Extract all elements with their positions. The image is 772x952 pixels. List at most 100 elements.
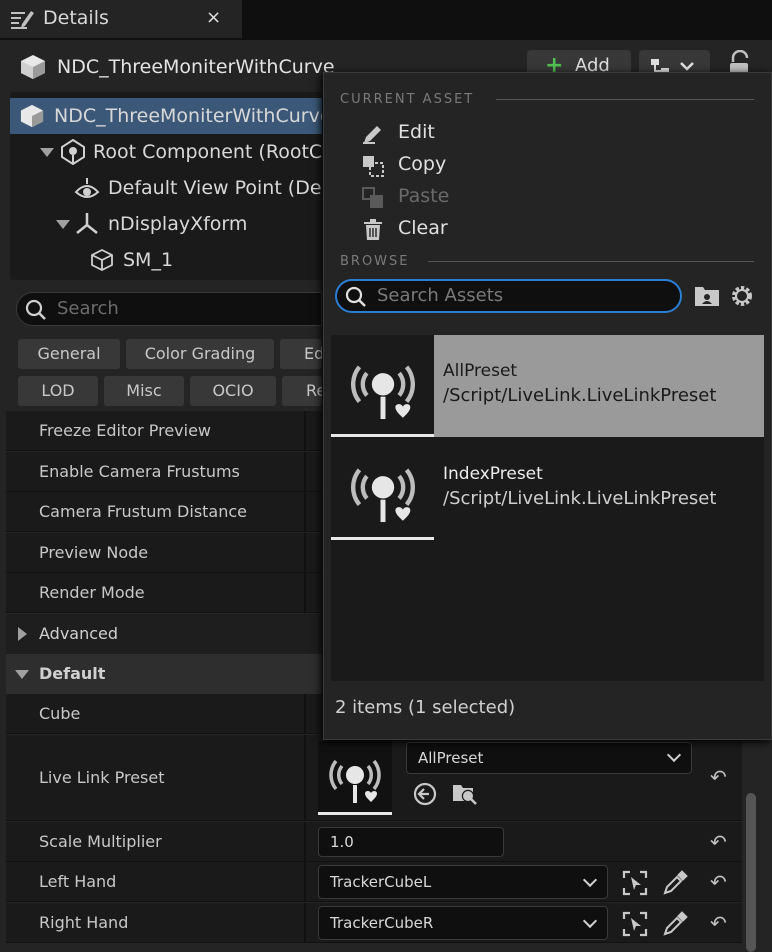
column-divider[interactable] bbox=[304, 822, 306, 862]
left-hand-combo[interactable]: TrackerCubeL bbox=[318, 865, 608, 899]
reset-to-default-icon[interactable]: ↶ bbox=[710, 765, 727, 789]
use-selected-asset-icon[interactable] bbox=[412, 781, 438, 807]
chevron-down-icon bbox=[666, 747, 682, 763]
tree-item-root-component[interactable]: Root Component (RootCom bbox=[10, 134, 322, 170]
combo-value: TrackerCubeR bbox=[330, 914, 434, 932]
input-value: 1.0 bbox=[330, 833, 354, 851]
column-divider[interactable] bbox=[304, 735, 306, 821]
close-icon[interactable]: × bbox=[206, 7, 221, 28]
browse-folder-icon[interactable] bbox=[451, 779, 479, 807]
filter-color-grading-button[interactable]: Color Grading bbox=[126, 339, 274, 369]
column-divider[interactable] bbox=[304, 694, 306, 734]
details-search-input[interactable]: Search bbox=[16, 292, 322, 326]
advanced-section-header[interactable]: Advanced bbox=[6, 614, 322, 654]
reset-to-default-icon[interactable]: ↶ bbox=[710, 870, 727, 894]
filter-general-button[interactable]: General bbox=[18, 339, 120, 369]
asset-picker-popup: CURRENT ASSET Edit Copy Paste Clear BROW… bbox=[323, 72, 772, 740]
property-row-scale-multiplier[interactable]: Scale Multiplier 1.0 ↶ bbox=[6, 822, 742, 862]
copy-menu-item[interactable]: Copy bbox=[354, 151, 554, 181]
select-actor-icon[interactable] bbox=[622, 870, 648, 896]
asset-search-input[interactable]: Search Assets bbox=[335, 279, 682, 313]
column-divider[interactable] bbox=[304, 411, 306, 451]
filter-editor-button[interactable]: Ed bbox=[280, 339, 322, 369]
property-row[interactable]: Freeze Editor Preview bbox=[6, 411, 322, 451]
scrollbar-thumb[interactable] bbox=[746, 793, 756, 952]
menu-label: Copy bbox=[398, 153, 447, 175]
root-component-icon bbox=[61, 139, 85, 165]
expand-arrow-icon[interactable] bbox=[56, 220, 70, 229]
menu-label: Clear bbox=[398, 217, 448, 239]
default-section-header[interactable]: Default bbox=[6, 654, 322, 694]
tree-item-actor[interactable]: NDC_ThreeMoniterWithCurve ( bbox=[10, 98, 322, 134]
property-label: Left Hand bbox=[39, 872, 117, 891]
asset-thumbnail bbox=[331, 335, 434, 437]
section-divider bbox=[428, 261, 754, 262]
eyedropper-icon[interactable] bbox=[662, 870, 688, 896]
chevron-down-icon bbox=[582, 913, 598, 929]
trash-icon bbox=[364, 219, 382, 240]
property-row-right-hand[interactable]: Right Hand TrackerCubeR ↶ bbox=[6, 903, 742, 943]
column-divider[interactable] bbox=[304, 492, 306, 532]
expand-arrow-icon[interactable] bbox=[18, 627, 27, 641]
xform-icon bbox=[76, 213, 98, 234]
filter-lod-button[interactable]: LOD bbox=[18, 376, 98, 406]
edit-menu-item[interactable]: Edit bbox=[354, 119, 554, 149]
asset-thumbnail[interactable] bbox=[318, 741, 392, 815]
select-actor-icon[interactable] bbox=[622, 911, 648, 937]
property-row[interactable]: Render Mode bbox=[6, 573, 322, 613]
property-row-left-hand[interactable]: Left Hand TrackerCubeL ↶ bbox=[6, 862, 742, 902]
combo-value: AllPreset bbox=[418, 749, 484, 767]
search-placeholder: Search bbox=[57, 298, 119, 319]
live-link-preset-combo[interactable]: AllPreset bbox=[406, 742, 692, 774]
folder-icon[interactable] bbox=[693, 284, 721, 308]
property-row[interactable]: Preview Node bbox=[6, 533, 322, 573]
asset-list: AllPreset /Script/LiveLink.LiveLinkPrese… bbox=[331, 335, 764, 681]
property-row[interactable]: Enable Camera Frustums bbox=[6, 452, 322, 492]
column-divider[interactable] bbox=[304, 573, 306, 613]
asset-thumbnail bbox=[331, 438, 434, 540]
column-divider[interactable] bbox=[304, 903, 306, 943]
tree-item-sm1[interactable]: SM_1 bbox=[10, 242, 322, 278]
column-divider[interactable] bbox=[304, 862, 306, 902]
tree-item-label: NDC_ThreeMoniterWithCurve ( bbox=[54, 105, 322, 127]
reset-to-default-icon[interactable]: ↶ bbox=[710, 830, 727, 854]
filter-ocio-button[interactable]: OCIO bbox=[190, 376, 276, 406]
chevron-down-icon bbox=[582, 872, 598, 888]
property-row[interactable]: Camera Frustum Distance bbox=[6, 492, 322, 532]
tree-item-label: nDisplayXform bbox=[108, 213, 248, 235]
menu-label: Paste bbox=[398, 185, 450, 207]
tree-item-ndisplay-xform[interactable]: nDisplayXform bbox=[10, 206, 322, 242]
view-point-icon bbox=[74, 178, 100, 198]
scale-multiplier-input[interactable]: 1.0 bbox=[318, 827, 504, 857]
filter-rendering-button[interactable]: Re bbox=[282, 376, 322, 406]
tab-details[interactable]: Details × bbox=[0, 0, 242, 38]
asset-tile-allpreset[interactable]: AllPreset /Script/LiveLink.LiveLinkPrese… bbox=[331, 335, 764, 437]
settings-gear-icon[interactable] bbox=[729, 283, 755, 309]
asset-type-bar bbox=[331, 434, 434, 437]
asset-path: /Script/LiveLink.LiveLinkPreset bbox=[443, 385, 717, 406]
asset-name: IndexPreset bbox=[443, 464, 543, 484]
property-row-live-link-preset[interactable]: Live Link Preset AllPreset ↶ bbox=[6, 735, 742, 821]
column-divider[interactable] bbox=[304, 533, 306, 573]
menu-label: Edit bbox=[398, 121, 435, 143]
section-divider bbox=[496, 99, 754, 100]
tab-title: Details bbox=[43, 7, 109, 29]
collapse-arrow-icon[interactable] bbox=[15, 670, 29, 679]
asset-type-bar bbox=[331, 537, 434, 540]
property-label: Preview Node bbox=[39, 543, 149, 562]
right-hand-combo[interactable]: TrackerCubeR bbox=[318, 906, 608, 940]
asset-tile-indexpreset[interactable]: IndexPreset /Script/LiveLink.LiveLinkPre… bbox=[331, 438, 764, 540]
tree-item-default-view-point[interactable]: Default View Point (Defa bbox=[10, 170, 322, 206]
actor-title: NDC_ThreeMoniterWithCurve bbox=[57, 56, 335, 78]
eyedropper-icon[interactable] bbox=[662, 911, 688, 937]
property-label: Cube bbox=[39, 704, 81, 723]
column-divider[interactable] bbox=[304, 452, 306, 492]
property-row-cube[interactable]: Cube bbox=[6, 694, 322, 734]
actor-icon bbox=[20, 104, 44, 128]
asset-name: AllPreset bbox=[443, 361, 518, 381]
reset-to-default-icon[interactable]: ↶ bbox=[710, 911, 727, 935]
filter-misc-button[interactable]: Misc bbox=[104, 376, 184, 406]
paste-menu-item[interactable]: Paste bbox=[354, 183, 554, 213]
expand-arrow-icon[interactable] bbox=[40, 148, 54, 157]
clear-menu-item[interactable]: Clear bbox=[354, 215, 554, 245]
